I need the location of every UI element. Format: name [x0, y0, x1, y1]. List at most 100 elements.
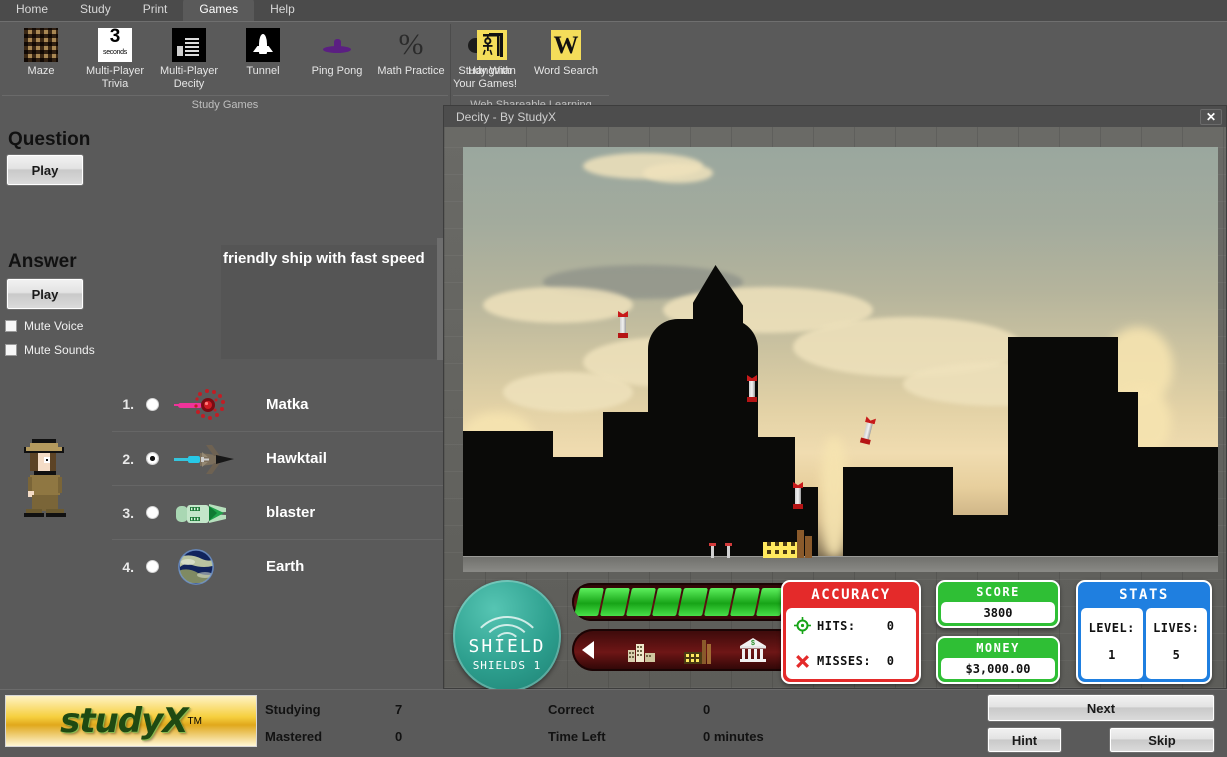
next-button[interactable]: Next [987, 694, 1215, 722]
ribbon-item-ping-pong[interactable]: Ping Pong [300, 25, 374, 91]
misses-row: MISSES: 0 [786, 644, 916, 680]
score-title: SCORE [938, 582, 1058, 602]
ribbon-group-label: Study Games [0, 99, 450, 111]
ribbon-item-multi-player-trivia[interactable]: 3 seconds Multi-Player Trivia [78, 25, 152, 91]
correct-value: 0 [703, 702, 843, 717]
selector-prev-arrow-icon[interactable] [582, 641, 594, 659]
answer-radio-2[interactable] [146, 452, 159, 465]
trivia-icon-sub: seconds [103, 45, 127, 61]
tab-study[interactable]: Study [64, 0, 127, 21]
blaster-ship-thumb [170, 490, 244, 536]
ribbon-item-label: Math Practice [374, 65, 448, 78]
game-window: Decity - By StudyX ✕ [443, 105, 1227, 689]
avatar [18, 433, 80, 523]
quiz-panel: Question Play Answer Play Mute Voice Mut… [0, 112, 445, 687]
level-cell: LEVEL: 1 [1081, 608, 1143, 679]
decity-icon [172, 28, 206, 62]
answer-label: blaster [244, 504, 315, 521]
ribbon-group-study-games: Maze 3 seconds Multi-Player Trivia [0, 22, 450, 112]
misses-value: 0 [887, 654, 894, 668]
ribbon-item-label: Multi-Player Trivia [78, 65, 152, 91]
answer-row-1[interactable]: 1. [112, 377, 445, 431]
shield-indicator[interactable]: SHIELD SHIELDS 1 [453, 580, 561, 692]
game-window-title: Decity - By StudyX [456, 110, 556, 124]
next-label: Next [1087, 701, 1115, 716]
answer-play-button[interactable]: Play [6, 278, 84, 310]
stats-row: Studying 7 Correct 0 [265, 696, 843, 723]
tab-help[interactable]: Help [254, 0, 311, 21]
ribbon-item-math-practice[interactable]: % Math Practice [374, 25, 448, 91]
ribbon-item-label: Multi-Player Decity [152, 65, 226, 91]
answer-radio-3[interactable] [146, 506, 159, 519]
mute-sounds-row[interactable]: Mute Sounds [5, 343, 95, 357]
game-window-title-bar: Decity - By StudyX ✕ [444, 106, 1226, 127]
word-search-icon: W [549, 28, 583, 62]
earth-planet-thumb [170, 544, 244, 590]
studying-label: Studying [265, 702, 395, 717]
mute-voice-checkbox[interactable] [5, 320, 17, 332]
ribbon-item-hangman[interactable]: Hangman [455, 25, 529, 78]
stats-panel: STATS LEVEL: 1 LIVES: 5 [1076, 580, 1212, 684]
money-value: $3,000.00 [941, 658, 1055, 679]
factory-icon[interactable] [684, 640, 712, 662]
skip-label: Skip [1148, 733, 1175, 748]
ribbon-tab-strip: Home Study Print Games Help [0, 0, 1227, 22]
answer-play-label: Play [32, 287, 59, 302]
game-canvas[interactable]: SHIELD SHIELDS 1 [444, 127, 1226, 688]
mute-voice-label: Mute Voice [24, 319, 83, 333]
studyx-logo: studyX TM [5, 695, 257, 747]
mute-sounds-label: Mute Sounds [24, 343, 95, 357]
question-play-label: Play [32, 163, 59, 178]
mute-voice-row[interactable]: Mute Voice [5, 319, 83, 333]
ribbon-item-tunnel[interactable]: Tunnel [226, 25, 300, 91]
ribbon-item-multi-player-decity[interactable]: Multi-Player Decity [152, 25, 226, 91]
answer-row-3[interactable]: 3. [112, 485, 445, 539]
question-play-button[interactable]: Play [6, 154, 84, 186]
ribbon-item-maze[interactable]: Maze [4, 25, 78, 91]
answer-row-2[interactable]: 2. Hawktail [112, 431, 445, 485]
answer-heading: Answer [8, 251, 77, 273]
lives-label: LIVES: [1153, 621, 1199, 635]
bank-icon[interactable]: $ [740, 638, 766, 662]
question-text: friendly ship with fast speed [221, 245, 445, 268]
lives-cell: LIVES: 5 [1146, 608, 1208, 679]
ribbon-item-label: Hangman [455, 65, 529, 78]
hits-label: HITS: [817, 619, 856, 633]
shield-arcs-icon [466, 596, 548, 638]
tab-home[interactable]: Home [0, 0, 64, 21]
percent-icon: % [394, 28, 428, 62]
time-left-label: Time Left [548, 729, 703, 744]
time-left-value: 0 minutes [703, 729, 843, 744]
game-playfield[interactable] [463, 147, 1218, 572]
ribbon-item-word-search[interactable]: W Word Search [529, 25, 603, 78]
level-label: LEVEL: [1089, 621, 1135, 635]
answer-radio-1[interactable] [146, 398, 159, 411]
answer-row-4[interactable]: 4. Ea [112, 539, 445, 593]
silo-grid-icon [763, 542, 797, 558]
close-icon[interactable]: ✕ [1200, 109, 1222, 125]
correct-label: Correct [548, 702, 703, 717]
ribbon-body: Maze 3 seconds Multi-Player Trivia [0, 22, 1227, 112]
hint-button[interactable]: Hint [987, 727, 1062, 753]
answer-label: Earth [244, 558, 304, 575]
answer-number: 1. [112, 396, 134, 412]
ribbon-item-label: Ping Pong [300, 65, 374, 78]
money-panel: MONEY $3,000.00 [936, 636, 1060, 684]
answer-radio-4[interactable] [146, 560, 159, 573]
tab-print[interactable]: Print [127, 0, 184, 21]
answer-number: 2. [112, 451, 134, 467]
answer-list: 1. [112, 377, 445, 593]
trivia-icon-number: 3 [110, 29, 121, 45]
matka-ship-thumb [170, 381, 244, 427]
answer-number: 4. [112, 559, 134, 575]
score-panel: SCORE 3800 [936, 580, 1060, 628]
mute-sounds-checkbox[interactable] [5, 344, 17, 356]
cross-icon [794, 653, 811, 670]
city-building-icon[interactable] [628, 640, 656, 662]
trivia-icon: 3 seconds [98, 28, 132, 62]
skip-button[interactable]: Skip [1109, 727, 1215, 753]
ribbon-group-web-shareable: Hangman W Word Search Web Shareable Lear… [451, 22, 611, 112]
tab-games[interactable]: Games [183, 0, 254, 21]
question-text-box: friendly ship with fast speed [221, 245, 445, 359]
enemy-missile [747, 375, 757, 402]
